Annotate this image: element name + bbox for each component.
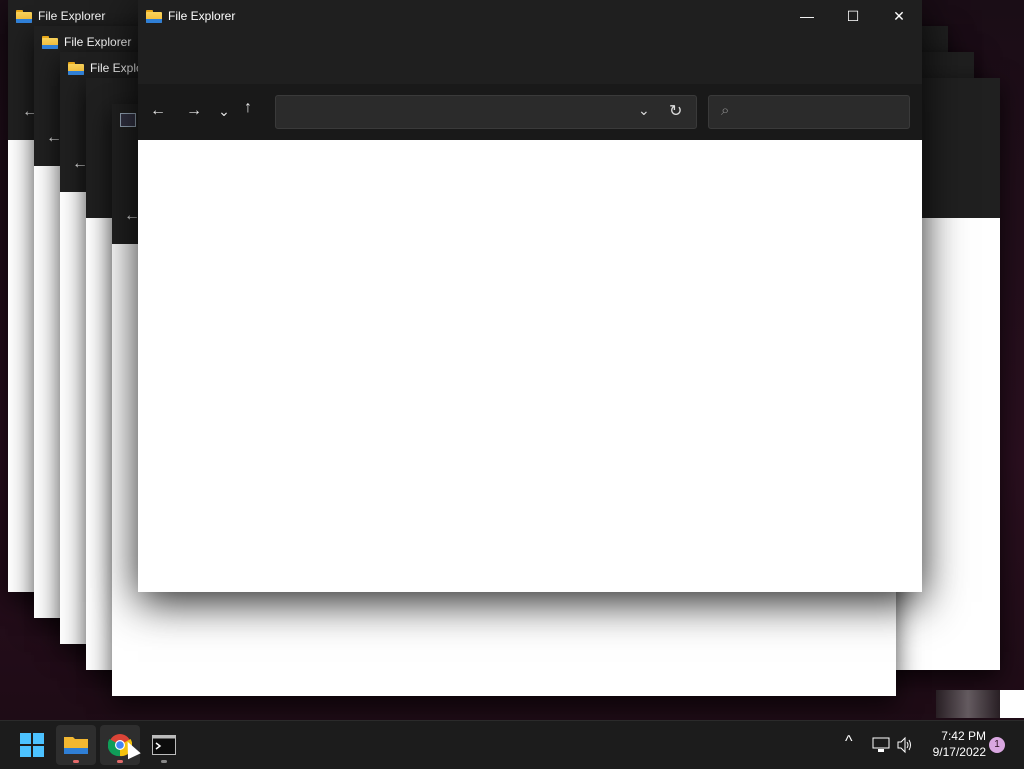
maximize-icon: ☐ [846, 7, 860, 24]
window-title: File Explorer [64, 35, 132, 49]
taskbar-terminal[interactable] [144, 725, 184, 765]
file-explorer-window: File Explorer — ☐ ✕ ← → ⌄ ↑ ⌄ ↻ ⌕ [138, 0, 922, 592]
network-icon[interactable] [872, 737, 890, 753]
up-button[interactable]: ↑ [236, 96, 260, 120]
maximize-button[interactable]: ☐ [830, 0, 876, 32]
refresh-icon[interactable]: ↻ [669, 101, 682, 121]
folder-icon [42, 35, 58, 49]
folder-icon [146, 9, 162, 23]
search-icon: ⌕ [721, 102, 730, 119]
back-button[interactable]: ← [146, 99, 170, 123]
address-bar[interactable]: ⌄ ↻ [275, 95, 697, 129]
forward-arrow-icon: → [186, 102, 202, 119]
app-icon [120, 113, 136, 127]
minimize-icon: — [800, 8, 814, 24]
ghost-strip-white [1000, 690, 1024, 718]
recent-locations-button[interactable]: ⌄ [212, 99, 236, 123]
start-button[interactable] [12, 725, 52, 765]
close-icon: ✕ [893, 7, 905, 24]
windows-logo-icon [20, 733, 44, 757]
folder-icon [68, 61, 84, 75]
minimize-button[interactable]: — [784, 0, 830, 32]
volume-icon[interactable] [896, 736, 914, 754]
terminal-icon [152, 735, 176, 755]
clock-time: 7:42 PM [941, 729, 986, 743]
back-arrow-icon: ← [150, 102, 166, 119]
window-title: File Explo [90, 61, 143, 75]
show-hidden-icons-button[interactable]: ^ [845, 733, 853, 751]
running-indicator [161, 760, 167, 763]
close-button[interactable]: ✕ [876, 0, 922, 32]
window-title: File Explorer [168, 9, 236, 23]
ghost-strip [936, 690, 1000, 718]
file-list-content[interactable] [138, 140, 922, 592]
up-arrow-icon: ↑ [244, 99, 252, 116]
running-indicator [73, 760, 79, 763]
running-indicator [117, 760, 123, 763]
folder-icon [16, 9, 32, 23]
chevron-down-icon: ⌄ [218, 102, 230, 119]
clock-date: 9/17/2022 [932, 745, 986, 759]
search-box[interactable]: ⌕ [708, 95, 910, 129]
folder-icon [64, 737, 88, 754]
clock[interactable]: 7:42 PM 9/17/2022 [920, 729, 986, 759]
taskbar-file-explorer[interactable] [56, 725, 96, 765]
forward-button[interactable]: → [182, 99, 206, 123]
notification-badge[interactable]: 1 [989, 737, 1005, 753]
address-dropdown-icon[interactable]: ⌄ [638, 102, 650, 119]
window-title: File Explorer [38, 9, 106, 23]
taskbar: ^ 7:42 PM 9/17/2022 1 [0, 720, 1024, 769]
